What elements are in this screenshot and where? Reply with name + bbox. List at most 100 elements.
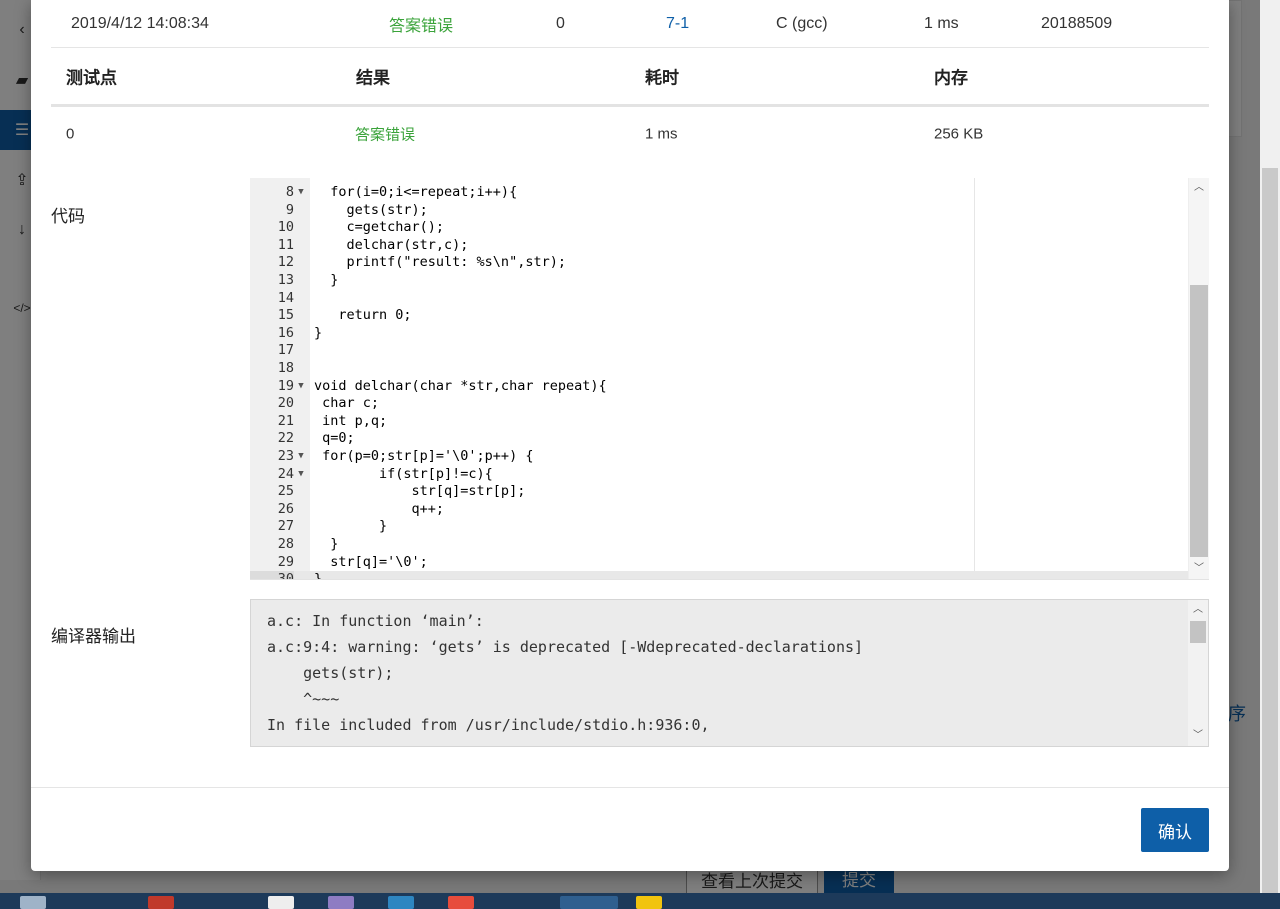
line-number: 18	[277, 360, 294, 376]
testcase-table-header: 测试点 结果 耗时 内存	[51, 48, 1209, 107]
page-scrollbar[interactable]	[1260, 0, 1280, 893]
scroll-down-icon[interactable]: ﹀	[1188, 728, 1208, 744]
code-line: 8 ▼ for(i=0;i<=repeat;i++){	[250, 184, 1189, 202]
editor-scrollbar-thumb[interactable]	[1190, 285, 1208, 557]
taskbar-app-icon[interactable]	[148, 896, 174, 909]
code-line: 12 printf("result: %s\n",str);	[250, 254, 1189, 272]
line-number: 17	[277, 342, 294, 359]
problem-link[interactable]: 7-1	[666, 15, 689, 33]
code-editor[interactable]: 8 ▼ for(i=0;i<=repeat;i++){9 gets(str); 10…	[250, 178, 1209, 580]
line-number: 14	[277, 289, 294, 306]
output-line: In file included from /usr/include/stdio…	[267, 716, 710, 734]
line-number: 27	[277, 518, 294, 535]
code-line: 20 char c;	[250, 395, 1189, 413]
code-line: 23 ▼ for(p=0;str[p]='\0';p++) {	[250, 448, 1189, 466]
code-line: 29 str[q]='\0';	[250, 554, 1189, 572]
compiler-output[interactable]: a.c: In function ‘main’: a.c:9:4: warnin…	[250, 599, 1209, 747]
line-number: 11	[277, 236, 294, 253]
code-line: 11 delchar(str,c);	[250, 237, 1189, 255]
code-text: if(str[p]!=c){	[314, 465, 493, 482]
submission-row: 2019/4/12 14:08:34 答案错误 0 7-1 C (gcc) 1 …	[51, 0, 1209, 48]
fold-arrow-icon[interactable]: ▼	[296, 184, 306, 202]
taskbar-app-icon[interactable]	[388, 896, 414, 909]
code-text: for(p=0;str[p]='\0';p++) {	[314, 448, 534, 464]
code-text: char c;	[314, 395, 380, 412]
line-number: 20	[277, 395, 294, 412]
line-number: 12	[277, 254, 294, 271]
code-line: 17	[250, 342, 1189, 360]
output-line: a.c: In function ‘main’:	[267, 612, 484, 630]
editor-scrollbar[interactable]: ︿ ﹀	[1188, 178, 1209, 579]
code-text: str[q]='\0';	[314, 553, 428, 570]
fold-arrow-icon[interactable]: ▼	[296, 466, 306, 484]
confirm-button[interactable]: 确认	[1141, 808, 1209, 852]
code-text: for(i=0;i<=repeat;i++){	[314, 184, 518, 200]
taskbar-search-icon[interactable]	[20, 896, 46, 909]
header-result: 结果	[356, 68, 390, 88]
testcase-result: 答案错误	[355, 126, 416, 143]
line-number: 21	[277, 412, 294, 429]
header-time: 耗时	[645, 68, 679, 88]
line-number: 10	[277, 219, 294, 236]
taskbar-folder-icon[interactable]	[636, 896, 662, 909]
code-text: delchar(str,c);	[314, 236, 469, 253]
code-text: c=getchar();	[314, 219, 445, 236]
code-text: str[q]=str[p];	[314, 483, 526, 500]
header-case: 测试点	[66, 68, 117, 88]
output-scrollbar[interactable]: ︿ ﹀	[1188, 600, 1208, 746]
code-line: 22 q=0;	[250, 430, 1189, 448]
code-line: 25 str[q]=str[p];	[250, 483, 1189, 501]
code-line: 27 }	[250, 518, 1189, 536]
code-text: return 0;	[314, 307, 412, 324]
line-number: 13	[277, 272, 294, 288]
taskbar-app-icon[interactable]	[448, 896, 474, 909]
submission-score: 0	[556, 14, 565, 32]
code-text: int p,q;	[314, 412, 388, 429]
code-line: 24 ▼ if(str[p]!=c){	[250, 466, 1189, 484]
submission-run-time: 1 ms	[924, 14, 959, 32]
line-number: 30	[250, 571, 294, 579]
code-line: 16}	[250, 325, 1189, 343]
modal-footer-divider	[31, 787, 1229, 788]
code-text: q++;	[314, 500, 445, 517]
code-text: gets(str);	[314, 201, 428, 218]
scroll-up-icon[interactable]: ︿	[1189, 180, 1209, 196]
output-line: a.c:9:4: warning: ‘gets’ is deprecated […	[267, 638, 864, 656]
code-text: printf("result: %s\n",str);	[314, 254, 566, 271]
code-line: 28 }	[250, 536, 1189, 554]
output-scrollbar-thumb[interactable]	[1190, 621, 1206, 643]
header-memory: 内存	[934, 68, 968, 88]
code-line: 18	[250, 360, 1189, 378]
line-number: 29	[277, 553, 294, 570]
code-text: q=0;	[314, 430, 355, 447]
code-line: 15 return 0;	[250, 307, 1189, 325]
table-row: 0 答案错误 1 ms 256 KB	[51, 107, 1209, 160]
code-line: 9 gets(str);	[250, 202, 1189, 220]
scroll-up-icon[interactable]: ︿	[1188, 602, 1208, 618]
code-line: 26 q++;	[250, 501, 1189, 519]
code-text: }	[314, 518, 388, 535]
code-text: }	[314, 324, 323, 341]
line-number: 15	[277, 307, 294, 324]
page-scrollbar-thumb[interactable]	[1262, 168, 1278, 893]
taskbar-app-icon[interactable]	[328, 896, 354, 909]
testcase-memory: 256 KB	[934, 125, 984, 142]
code-line: 21 int p,q;	[250, 413, 1189, 431]
code-line: 14	[250, 290, 1189, 308]
code-line: 30}	[250, 571, 1189, 579]
code-text: }	[314, 272, 339, 288]
testcase-time: 1 ms	[645, 125, 678, 142]
taskbar-browser-icon[interactable]	[560, 896, 618, 909]
taskbar-app-icon[interactable]	[268, 896, 294, 909]
code-text: }	[314, 536, 339, 552]
fold-arrow-icon[interactable]: ▼	[296, 448, 306, 466]
line-number: 9	[285, 201, 294, 218]
testcase-id: 0	[66, 125, 75, 142]
submission-detail-modal: 2019/4/12 14:08:34 答案错误 0 7-1 C (gcc) 1 …	[31, 0, 1229, 871]
submission-compiler: C (gcc)	[776, 14, 828, 32]
line-number: 22	[277, 430, 294, 447]
scroll-down-icon[interactable]: ﹀	[1189, 561, 1209, 577]
code-line: 13 }	[250, 272, 1189, 290]
fold-arrow-icon[interactable]: ▼	[296, 378, 306, 396]
output-line: gets(str);	[267, 664, 394, 682]
